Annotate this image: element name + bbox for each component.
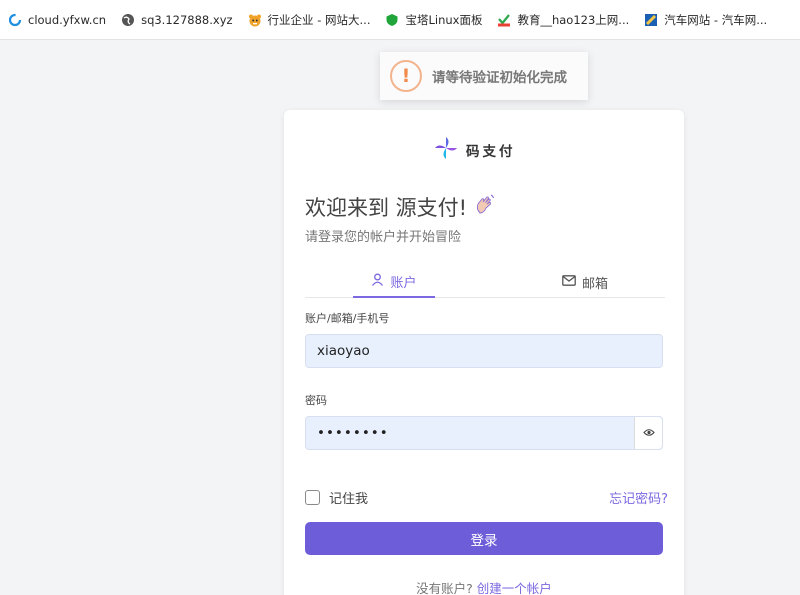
account-value: xiaoyao — [317, 343, 370, 359]
welcome-subtitle: 请登录您的帐户并开始冒险 — [305, 230, 462, 245]
tab-label: 邮箱 — [581, 276, 608, 292]
shield-icon — [385, 13, 399, 27]
remember-label: 记住我 — [329, 492, 369, 507]
show-password-toggle[interactable] — [634, 417, 662, 449]
bookmark-car[interactable]: 汽车网站 - 汽车网... — [644, 0, 767, 40]
password-label: 密码 — [305, 394, 327, 407]
account-label: 账户/邮箱/手机号 — [305, 312, 390, 325]
car-site-icon — [644, 13, 658, 27]
bookmark-sq3[interactable]: sq3.127888.xyz — [121, 0, 233, 40]
tab-account[interactable]: 账户 — [353, 266, 435, 298]
signup-prompt: 没有账户? — [416, 581, 473, 595]
cloud-swirl-icon — [8, 13, 22, 27]
hao123-icon — [497, 13, 511, 27]
bookmark-cloud[interactable]: cloud.yfxw.cn — [8, 0, 106, 40]
bookmark-baota[interactable]: 宝塔Linux面板 — [385, 0, 482, 40]
signup-row: 没有账户? 创建一个帐户 — [284, 578, 684, 595]
remember-checkbox[interactable] — [305, 490, 320, 505]
bookmark-label: cloud.yfxw.cn — [28, 12, 107, 27]
account-input[interactable]: xiaoyao — [305, 334, 663, 368]
password-input[interactable]: •••••••• — [305, 416, 663, 450]
eye-icon — [642, 425, 655, 441]
bookmark-label: 教育__hao123上网... — [517, 12, 630, 27]
welcome-heading: 欢迎来到 源支付! — [305, 192, 497, 222]
bookmark-label: 宝塔Linux面板 — [405, 12, 483, 27]
bookmark-label: 汽车网站 - 汽车网... — [664, 12, 768, 27]
create-account-link[interactable]: 创建一个帐户 — [477, 581, 552, 595]
exclamation-icon: ! — [390, 60, 422, 92]
brand-name: 码支付 — [466, 144, 516, 160]
forgot-password-link[interactable]: 忘记密码? — [609, 488, 668, 507]
brand: 码支付 — [434, 136, 516, 164]
pinwheel-logo-icon — [434, 136, 466, 164]
bookmark-hao123[interactable]: 教育__hao123上网... — [497, 0, 629, 40]
bookmark-industry[interactable]: 行业企业 - 网站大... — [248, 0, 371, 40]
remember-me[interactable]: 记住我 — [305, 488, 368, 507]
welcome-title: 欢迎来到 源支付! — [305, 196, 468, 220]
bookmarks-bar: cloud.yfxw.cn sq3.127888.xyz 行业企业 - 网站大.… — [0, 0, 800, 40]
waving-hand-icon — [473, 193, 497, 222]
login-button[interactable]: 登录 — [305, 522, 663, 555]
globe-icon — [121, 13, 135, 27]
login-card: 码支付 欢迎来到 源支付! 请登录您的帐户并开始冒险 账户 邮箱 账户/邮箱/手… — [284, 110, 684, 595]
tab-email[interactable]: 邮箱 — [535, 266, 635, 298]
tab-label: 账户 — [390, 275, 417, 291]
tiger-icon — [248, 13, 262, 27]
bookmark-label: sq3.127888.xyz — [141, 12, 233, 27]
mail-icon — [562, 274, 582, 290]
user-icon — [371, 273, 390, 290]
toast-message: 请等待验证初始化完成 — [432, 70, 567, 86]
login-tabs: 账户 邮箱 — [305, 266, 665, 298]
password-value: •••••••• — [317, 425, 389, 441]
captcha-init-toast: ! 请等待验证初始化完成 — [380, 52, 588, 100]
bookmark-label: 行业企业 - 网站大... — [267, 12, 371, 27]
